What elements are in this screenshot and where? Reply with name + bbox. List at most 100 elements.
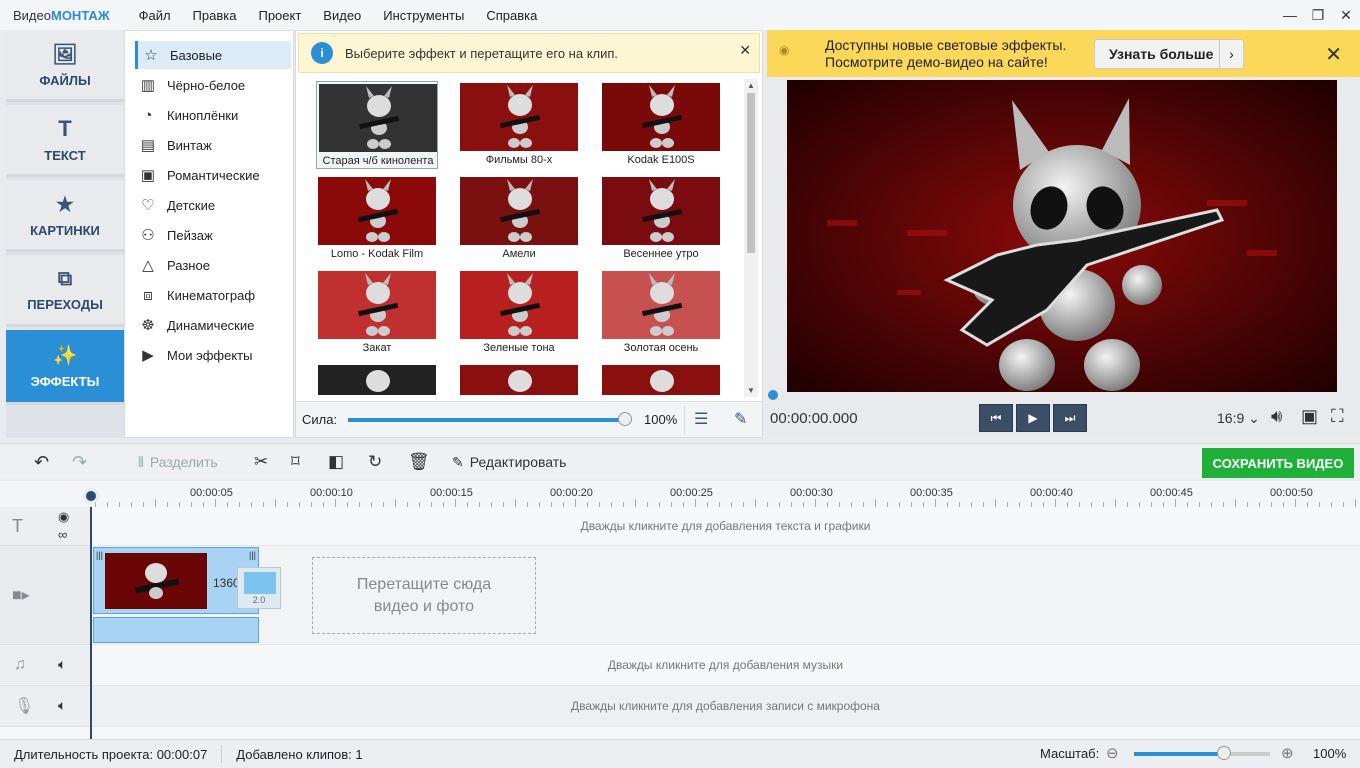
trash-icon[interactable]: 🗑︎ [408, 444, 430, 480]
video-track[interactable]: 1360 ||| ||| 2.0 Перетащите сюда видео и… [91, 546, 1360, 645]
effect-thumb[interactable]: Весеннее утро [600, 175, 722, 263]
mic-track-hint: Дважды кликните для добавления записи с … [571, 699, 880, 713]
category-cinematic[interactable]: ⧈ Кинематограф [135, 281, 291, 309]
close-icon[interactable]: ✕ [739, 42, 751, 59]
strength-knob[interactable] [618, 412, 632, 426]
frame-icon[interactable]: ◧ [328, 444, 344, 480]
link-icon[interactable]: ∞ [58, 527, 67, 542]
undo-icon[interactable]: ↶ [34, 444, 49, 480]
split-icon: ⫴ [138, 453, 144, 470]
volume-icon[interactable]: 🔊︎ [1271, 406, 1282, 427]
video-clip[interactable]: 1360 ||| ||| [93, 547, 259, 614]
effect-thumb[interactable]: Kodak E100S [600, 81, 722, 169]
text-track-icon: T [12, 515, 23, 536]
effect-thumb[interactable]: Зеленые тона [458, 269, 580, 357]
scale-label: Масштаб: [1040, 746, 1100, 761]
speaker-icon[interactable]: 🔈︎ [58, 656, 66, 673]
category-vintage[interactable]: ▤ Винтаж [135, 131, 291, 159]
effect-thumb[interactable]: Lomo - Kodak Film [316, 175, 438, 263]
transition-duration: 2.0 [252, 595, 266, 605]
scissors-icon[interactable]: ✂ [254, 444, 268, 480]
split-button[interactable]: ⫴ Разделить [138, 444, 218, 480]
nav-pictures[interactable]: ★ КАРТИНКИ [6, 180, 124, 252]
effect-thumb-partial[interactable] [318, 365, 436, 395]
effect-thumb[interactable]: Амели [458, 175, 580, 263]
scale-slider[interactable] [1134, 746, 1270, 760]
drop-zone[interactable]: Перетащите сюда видео и фото [312, 557, 536, 634]
clip-audio-bar[interactable] [93, 617, 259, 643]
category-filmstock[interactable]: ◔ Киноплёнки [135, 101, 291, 129]
effect-thumb-partial[interactable] [460, 365, 578, 395]
menu-video[interactable]: Видео [312, 8, 372, 23]
nav-files[interactable]: 🖼 ФАЙЛЫ [6, 30, 124, 102]
next-button[interactable]: ⏭︎ [1053, 404, 1087, 432]
nav-transitions[interactable]: ⧉ ПЕРЕХОДЫ [6, 255, 124, 327]
ruler-tick-label: 00:00:05 [190, 487, 233, 499]
minimize-icon[interactable]: — [1276, 0, 1304, 30]
nav-effects[interactable]: ✨ ЭФФЕКТЫ [6, 330, 131, 405]
category-my-effects[interactable]: ▶︎ Мои эффекты [135, 341, 291, 369]
strength-label: Сила: [302, 412, 338, 427]
info-text: Выберите эффект и перетащите его на клип… [345, 45, 619, 61]
effect-thumb[interactable]: Старая ч/б кинолента [316, 81, 438, 169]
menu-bar: ВидеоМОНТАЖ Файл Правка Проект Видео Инс… [0, 0, 1360, 30]
category-kids[interactable]: ♡ Детские [135, 191, 291, 219]
category-basic[interactable]: ☆ Базовые [135, 41, 291, 69]
close-icon[interactable]: ✕ [1325, 42, 1342, 67]
menu-help[interactable]: Справка [475, 8, 548, 23]
film-reel-icon: ◔ [143, 106, 153, 124]
brush-icon[interactable]: ✎ [734, 409, 747, 429]
prev-button[interactable]: ⏮︎ [979, 404, 1013, 432]
edit-button[interactable]: ✎ Редактировать [452, 444, 566, 480]
star-icon: ★ [56, 193, 74, 216]
category-bw[interactable]: ▥ Чёрно-белое [135, 71, 291, 99]
strength-slider[interactable] [348, 412, 632, 426]
effect-thumb[interactable]: Закат [316, 269, 438, 357]
timeline-ruler[interactable]: 00:00:05 00:00:10 00:00:15 00:00:20 00:00:25… [0, 481, 1360, 507]
zoom-out-icon[interactable]: ⊖ [1106, 744, 1119, 762]
camera-icon[interactable]: ▣ [1301, 406, 1318, 427]
category-dynamic[interactable]: ☸ Динамические [135, 311, 291, 339]
close-icon[interactable]: ✕ [1332, 0, 1360, 30]
zoom-in-icon[interactable]: ⊕ [1281, 744, 1294, 762]
play-button[interactable]: ▶︎ [1016, 404, 1050, 432]
redo-icon[interactable]: ↷ [72, 444, 87, 480]
menu-edit[interactable]: Правка [182, 8, 248, 23]
magic-wand-icon: ✨ [52, 345, 78, 367]
info-icon: i [311, 42, 333, 64]
effect-thumb-partial[interactable] [602, 365, 720, 395]
category-misc[interactable]: △ Разное [135, 251, 291, 279]
film-strip-icon: ▤ [140, 137, 156, 154]
scale-knob[interactable] [1217, 746, 1231, 760]
mic-track[interactable]: Дважды кликните для добавления записи с … [91, 686, 1360, 727]
speaker-icon[interactable]: 🔈︎ [58, 697, 66, 714]
scroll-thumb[interactable] [747, 93, 755, 253]
effects-scrollbar[interactable]: ▲ ▼ [744, 79, 758, 397]
playhead[interactable] [83, 488, 99, 504]
video-preview[interactable] [787, 80, 1337, 392]
effect-thumb[interactable]: Золотая осень [600, 269, 722, 357]
preview-frame [787, 80, 1337, 392]
effect-preview [460, 271, 578, 339]
menu-tools[interactable]: Инструменты [372, 8, 475, 23]
nav-text[interactable]: T ТЕКСТ [6, 105, 124, 177]
save-video-button[interactable]: СОХРАНИТЬ ВИДЕО [1202, 448, 1354, 478]
eye-icon[interactable]: ◉ [58, 509, 69, 525]
effect-thumb[interactable]: Фильмы 80-х [458, 81, 580, 169]
menu-file[interactable]: Файл [128, 8, 182, 23]
category-romantic[interactable]: ▣ Романтические [135, 161, 291, 189]
ruler-tick-label: 00:00:10 [310, 487, 353, 499]
crop-icon[interactable]: ⌑ [291, 444, 300, 480]
text-track[interactable]: Дважды кликните для добавления текста и … [91, 507, 1360, 546]
rotate-icon[interactable]: ↻ [368, 444, 382, 480]
category-landscape[interactable]: ⚇ Пейзаж [135, 221, 291, 249]
fullscreen-icon[interactable]: ⛶ [1331, 406, 1344, 427]
effect-label: Закат [362, 342, 392, 354]
music-track[interactable]: Дважды кликните для добавления музыки [91, 645, 1360, 686]
transition-tile[interactable]: 2.0 [237, 567, 281, 609]
maximize-icon[interactable]: ❐ [1304, 0, 1332, 30]
settings-sliders-icon[interactable]: ☰ [694, 409, 708, 429]
learn-more-button[interactable]: Узнать больше › [1094, 39, 1244, 69]
aspect-ratio-select[interactable]: 16:9 ⌄ [1217, 410, 1260, 427]
menu-project[interactable]: Проект [247, 8, 312, 23]
